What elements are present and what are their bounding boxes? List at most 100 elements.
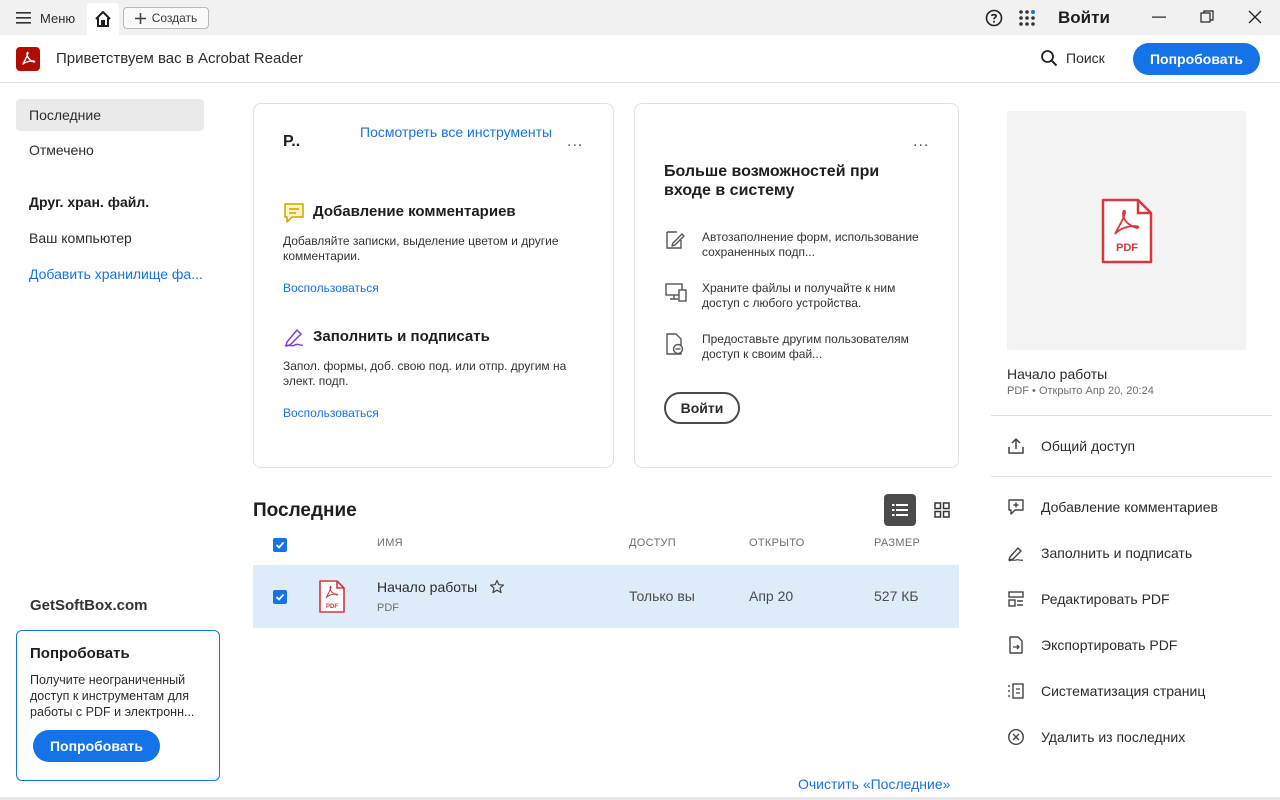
tool-comment-use-link[interactable]: Воспользоваться [283,281,379,295]
see-all-tools-link[interactable]: Посмотреть все инструменты [360,124,552,140]
list-view-icon [892,503,908,517]
sidebar-item-computer[interactable]: Ваш компьютер [16,222,204,254]
edit-pdf-icon [1007,590,1025,608]
action-export-pdf[interactable]: Экспортировать PDF [1007,634,1177,656]
action-remove-recent-label: Удалить из последних [1041,729,1186,745]
tool-fill-sign-description: Запол. формы, доб. свою под. или отпр. д… [283,359,567,388]
action-fill-sign-label: Заполнить и подписать [1041,545,1193,561]
row-opened: Апр 20 [749,588,794,604]
action-fill-sign[interactable]: Заполнить и подписать [1007,542,1192,564]
clear-recent-link[interactable]: Очистить «Последние» [798,776,950,792]
recent-section-title: Последние [253,500,357,521]
search-icon [1040,49,1058,67]
signin-card: ... Больше возможностей при входе в сист… [634,103,959,468]
action-remove-recent[interactable]: Удалить из последних [1007,726,1185,748]
pdf-file-icon: PDF [1100,198,1154,264]
remove-icon [1007,728,1025,746]
search-button[interactable]: Поиск [1040,49,1105,67]
home-tab[interactable] [87,3,119,35]
promo-box: Попробовать Получите неограниченный дост… [16,630,220,781]
menu-button[interactable]: Меню [16,8,75,28]
organize-pages-icon [1007,682,1025,700]
action-export-pdf-label: Экспортировать PDF [1041,637,1178,653]
action-edit-pdf-label: Редактировать PDF [1041,591,1170,607]
sidebar-item-starred[interactable]: Отмечено [16,134,204,166]
action-organize-pages-label: Систематизация страниц [1041,683,1206,699]
acrobat-logo-icon [16,47,40,71]
checkmark-icon [275,540,285,550]
action-share-label: Общий доступ [1041,438,1136,454]
feature-share-text: Предоставьте другим пользователям доступ… [702,332,909,361]
row-file-name[interactable]: Начало работы [377,579,477,595]
column-header-name[interactable]: ИМЯ [377,537,403,549]
signin-link[interactable]: Войти [1058,8,1110,28]
action-organize-pages[interactable]: Систематизация страниц [1007,680,1205,702]
brand-text: GetSoftBox.com [30,597,148,614]
comment-icon [283,202,305,224]
add-storage-link[interactable]: Добавить хранилище фа... [29,266,203,282]
close-icon [1248,10,1262,24]
action-comment[interactable]: Добавление комментариев [1007,496,1218,518]
tools-card: Р.. Посмотреть все инструменты ... Добав… [253,103,614,468]
row-access: Только вы [629,588,695,604]
grid-view-button[interactable] [928,494,956,526]
plus-icon [134,12,146,24]
minimize-icon [1152,10,1166,24]
autofill-icon [664,229,686,251]
app-header: Приветствуем вас в Acrobat Reader Поиск … [0,35,1280,83]
sidebar-item-recent[interactable]: Последние [16,99,204,131]
star-icon[interactable] [489,579,505,595]
promo-title: Попробовать [30,645,130,662]
search-label: Поиск [1066,50,1105,66]
tool-comment-description: Добавляйте записки, выделение цветом и д… [283,234,559,263]
fill-sign-icon [283,326,305,348]
file-preview[interactable]: PDF [1007,111,1246,350]
list-view-button[interactable] [884,494,916,526]
detail-file-meta: PDF • Открыто Апр 20, 20:24 [1007,385,1154,397]
help-icon[interactable] [985,9,1003,27]
column-header-opened[interactable]: ОТКРЫТО [749,537,805,549]
grid-view-icon [934,502,950,518]
tools-card-more-button[interactable]: ... [567,133,583,151]
preview-pdf-badge: PDF [1116,242,1138,254]
export-pdf-icon [1007,636,1025,654]
hamburger-icon [16,11,32,25]
row-file-type: PDF [377,602,399,614]
column-header-size[interactable]: РАЗМЕР [874,537,920,549]
apps-grid-icon[interactable] [1018,9,1036,27]
detail-file-name: Начало работы [1007,366,1108,382]
sidebar-section-storage: Друг. хран. файл. [29,194,150,210]
feature-autofill-text: Автозаполнение форм, использование сохра… [702,230,919,259]
tool-fill-sign-title: Заполнить и подписать [313,328,490,345]
table-row[interactable]: PDF Начало работы PDF Только вы Апр 20 5… [253,565,959,628]
tool-fill-sign-use-link[interactable]: Воспользоваться [283,406,379,420]
close-button[interactable] [1246,8,1264,26]
tools-card-title: Р.. [283,133,301,150]
feature-devices-text: Храните файлы и получайте к ним доступ с… [702,281,896,310]
minimize-button[interactable] [1150,8,1168,26]
action-comment-label: Добавление комментариев [1041,499,1218,515]
create-button[interactable]: Создать [123,7,209,29]
row-size: 527 КБ [874,588,919,604]
promo-description: Получите неограниченный доступ к инструм… [30,673,195,719]
welcome-text: Приветствуем вас в Acrobat Reader [56,50,304,67]
row-checkbox[interactable] [273,590,287,604]
promo-try-button[interactable]: Попробовать [33,730,160,762]
tool-comment-title: Добавление комментариев [313,203,516,220]
column-header-access[interactable]: ДОСТУП [629,537,676,549]
share-file-icon [664,332,686,356]
menu-label: Меню [40,10,76,26]
action-edit-pdf[interactable]: Редактировать PDF [1007,588,1170,610]
select-all-checkbox[interactable] [273,538,287,552]
login-button[interactable]: Войти [664,392,740,424]
try-button[interactable]: Попробовать [1133,43,1260,75]
title-bar: Меню Создать Войти [0,0,1280,35]
home-icon [94,10,112,28]
pdf-file-icon: PDF [318,580,346,613]
action-share[interactable]: Общий доступ [1007,435,1135,457]
svg-text:PDF: PDF [326,604,338,610]
checkmark-icon [275,592,285,602]
signin-card-more-button[interactable]: ... [913,133,929,151]
maximize-button[interactable] [1198,8,1216,26]
divider [991,476,1272,477]
